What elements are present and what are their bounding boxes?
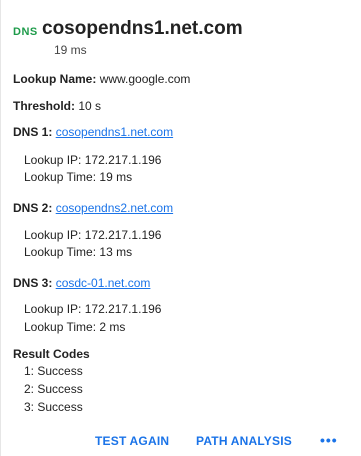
dns-1-time-label: Lookup Time: [24,170,97,184]
dns-2-server-link[interactable]: cosopendns2.net.com [56,201,173,215]
card-header: DNS cosopendns1.net.com 19 ms [13,12,353,64]
dns-3-label: DNS 3: [13,276,53,290]
card-title: cosopendns1.net.com [42,18,243,39]
dns-2-row: DNS 2: cosopendns2.net.com [13,201,173,215]
more-options-icon[interactable]: ••• [320,432,338,448]
dns-3-ip-label: Lookup IP: [24,302,82,316]
dns-1-time-row: Lookup Time: 19 ms [24,170,132,184]
card-actions: TEST AGAIN PATH ANALYSIS ••• [0,430,361,452]
lookup-name-label: Lookup Name: [13,72,97,86]
dns-3-row: DNS 3: cosdc-01.net.com [13,276,150,290]
dns-1-ip-label: Lookup IP: [24,153,82,167]
dns-2-ip-row: Lookup IP: 172.217.1.196 [24,228,161,242]
threshold-value: 10 s [78,99,102,113]
card-subtitle: 19 ms [54,43,87,57]
threshold-label: Threshold: [13,99,75,113]
dns-1-time-value: 19 ms [99,170,133,184]
threshold-row: Threshold: 10 s [13,99,101,113]
dns-2-ip-value: 172.217.1.196 [84,228,162,242]
result-codes-label: Result Codes [13,347,90,361]
dns-test-card: DNS cosopendns1.net.com 19 ms Lookup Nam… [0,0,361,456]
dns-3-server-link[interactable]: cosdc-01.net.com [56,276,151,290]
result-code-item: 3: Success [24,400,83,414]
dns-1-ip-value: 172.217.1.196 [84,153,162,167]
result-code-item: 1: Success [24,364,83,378]
dns-2-time-row: Lookup Time: 13 ms [24,245,132,259]
dns-3-time-label: Lookup Time: [24,320,97,334]
dns-1-row: DNS 1: cosopendns1.net.com [13,125,173,139]
path-analysis-button[interactable]: PATH ANALYSIS [196,434,292,448]
test-again-button[interactable]: TEST AGAIN [95,434,169,448]
dns-3-time-row: Lookup Time: 2 ms [24,320,125,334]
dns-badge-icon: DNS [13,26,38,38]
result-code-item: 2: Success [24,382,83,396]
dns-1-ip-row: Lookup IP: 172.217.1.196 [24,153,161,167]
dns-2-time-label: Lookup Time: [24,245,97,259]
result-codes-title: Result Codes [13,347,90,361]
dns-2-label: DNS 2: [13,201,53,215]
dns-3-ip-value: 172.217.1.196 [84,302,162,316]
dns-3-time-value: 2 ms [99,320,126,334]
dns-1-label: DNS 1: [13,125,53,139]
lookup-name-value: www.google.com [99,72,191,86]
dns-3-ip-row: Lookup IP: 172.217.1.196 [24,302,161,316]
dns-2-ip-label: Lookup IP: [24,228,82,242]
lookup-name-row: Lookup Name: www.google.com [13,72,190,86]
card-left-border [0,0,1,456]
dns-2-time-value: 13 ms [99,245,133,259]
dns-1-server-link[interactable]: cosopendns1.net.com [56,125,173,139]
